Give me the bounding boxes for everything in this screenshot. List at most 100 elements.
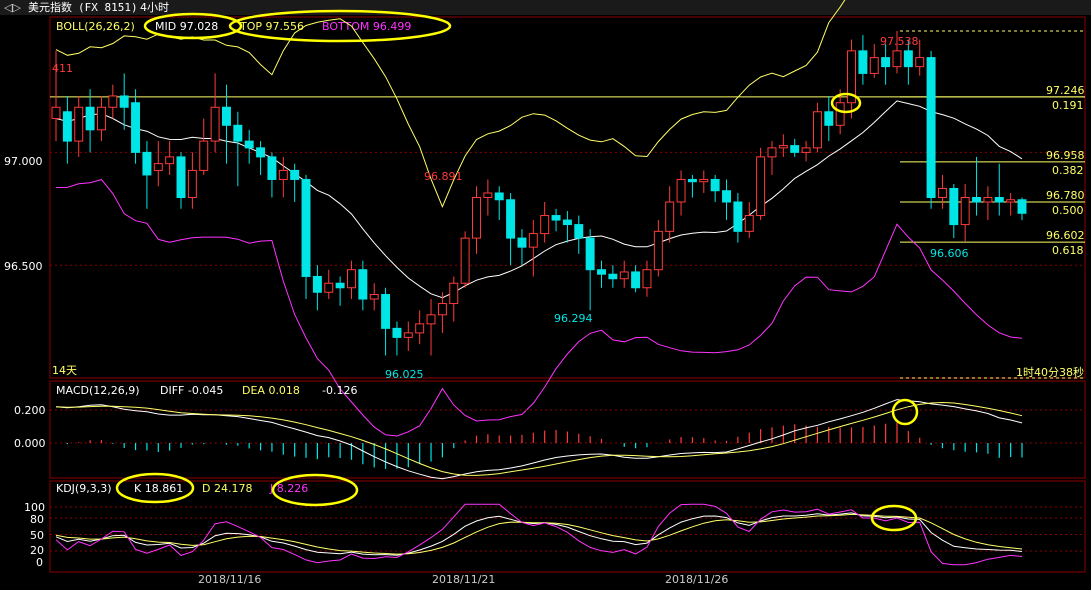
boll-bottom-line: [55, 179, 1023, 437]
candle-body: [108, 95, 118, 108]
candle-body: [824, 111, 834, 126]
candle-body: [244, 140, 254, 149]
candle-body: [517, 237, 527, 248]
candle-body: [62, 111, 72, 142]
candle-body: [756, 156, 766, 217]
price-axis-tick: 96.500: [4, 260, 43, 273]
annotation-low2: 96.294: [554, 312, 593, 325]
kdj-series: [50, 503, 1085, 566]
candle-body: [267, 156, 277, 180]
macd-value-label: -0.126: [322, 384, 357, 397]
candle-body: [210, 106, 220, 142]
candle-body: [926, 57, 936, 198]
candles: [51, 30, 1027, 356]
candle-body: [619, 271, 629, 280]
candle-body: [631, 271, 641, 289]
days-label: 14天: [52, 364, 77, 377]
boll-top-label: TOP 97.556: [239, 20, 304, 33]
candle-body: [562, 219, 572, 226]
candle-body: [869, 57, 879, 74]
candle-body: [256, 147, 266, 158]
candle-body: [528, 233, 538, 248]
candle-body: [96, 106, 106, 131]
boll-label: BOLL(26,26,2): [56, 20, 135, 33]
macd-axis-tick: 0.200: [14, 404, 46, 417]
candle-body: [937, 187, 947, 199]
highlight-marks: [115, 9, 919, 532]
candle-body: [131, 102, 141, 153]
candle-body: [483, 192, 493, 199]
fib-price-label: 96.958: [1046, 149, 1085, 162]
candle-body: [85, 106, 95, 131]
candle-body: [949, 187, 959, 226]
candle-body: [733, 201, 743, 232]
candle-body: [608, 273, 618, 280]
macd-dea-label: DEA 0.018: [242, 384, 300, 397]
macd-label: MACD(12,26,9): [56, 384, 140, 397]
fib-ratio-label: 0.500: [1052, 204, 1084, 217]
corner-label: 411: [52, 62, 73, 75]
candle-body: [710, 178, 720, 192]
candle-body: [778, 145, 788, 149]
candle-body: [687, 178, 697, 183]
x-axis-tick: 2018/11/16: [198, 573, 261, 586]
candle-body: [915, 57, 925, 68]
candle-body: [301, 178, 311, 277]
candle-body: [960, 197, 970, 226]
macd-series: [50, 399, 1085, 480]
macd-axis-tick: 0.000: [14, 437, 46, 450]
boll-bottom-label: BOTTOM 96.499: [322, 20, 411, 33]
highlight-kdj: [870, 504, 918, 532]
fib-ratio-label: 0.618: [1052, 244, 1084, 257]
kdj-axis-tick: 0: [36, 556, 43, 569]
candle-body: [699, 178, 709, 183]
candle-body: [744, 215, 754, 232]
kdj-axis-tick: 50: [30, 529, 44, 542]
candle-body: [1017, 199, 1027, 214]
macd-diff-label: DIFF -0.045: [160, 384, 223, 397]
price-axis-tick: 97.000: [4, 155, 43, 168]
candle-body: [812, 111, 822, 149]
x-axis-tick: 2018/11/26: [665, 573, 728, 586]
fib-ratio-label: 0.191: [1052, 99, 1084, 112]
boll-mid-line: [55, 100, 1023, 299]
candle-body: [892, 50, 902, 68]
instrument-code: (FX 8151): [78, 1, 138, 14]
candle-body: [665, 201, 675, 232]
candle-body: [653, 230, 663, 271]
highlight-macd: [891, 398, 919, 426]
candle-body: [801, 147, 811, 153]
boll-mid-label: MID 97.028: [155, 20, 218, 33]
candle-body: [437, 303, 447, 316]
chart-svg: ◁▷ 美元指数 (FX 8151) 4小时 BOLL(26,26,2) MID …: [0, 0, 1091, 586]
candle-body: [858, 50, 868, 74]
candle-body: [540, 215, 550, 235]
candle-body: [460, 237, 470, 284]
chart-stage: ◁▷ 美元指数 (FX 8151) 4小时 BOLL(26,26,2) MID …: [0, 0, 1091, 590]
candle-body: [369, 294, 379, 300]
candle-body: [165, 156, 175, 165]
back-icon[interactable]: ◁▷: [4, 1, 21, 14]
candle-body: [972, 197, 982, 203]
candle-body: [312, 275, 322, 293]
candle-body: [74, 106, 84, 142]
kdj-d-label: D 24.178: [202, 482, 252, 495]
candle-body: [903, 50, 913, 68]
candle-body: [233, 124, 243, 142]
candle-body: [426, 314, 436, 325]
candle-body: [381, 294, 391, 329]
candle-body: [574, 224, 584, 239]
candle-body: [983, 197, 993, 203]
candle-body: [551, 215, 561, 221]
period-selector[interactable]: 4小时: [140, 1, 169, 14]
candle-body: [119, 95, 129, 108]
instrument-title: 美元指数: [28, 0, 72, 14]
candle-body: [290, 169, 300, 180]
candle-body: [199, 140, 209, 171]
candle-body: [392, 327, 402, 338]
fib-price-label: 97.246: [1046, 84, 1085, 97]
fib-price-label: 96.780: [1046, 189, 1085, 202]
candle-body: [142, 151, 152, 176]
annotation-high: 97.538: [880, 35, 919, 48]
candle-body: [835, 102, 845, 126]
